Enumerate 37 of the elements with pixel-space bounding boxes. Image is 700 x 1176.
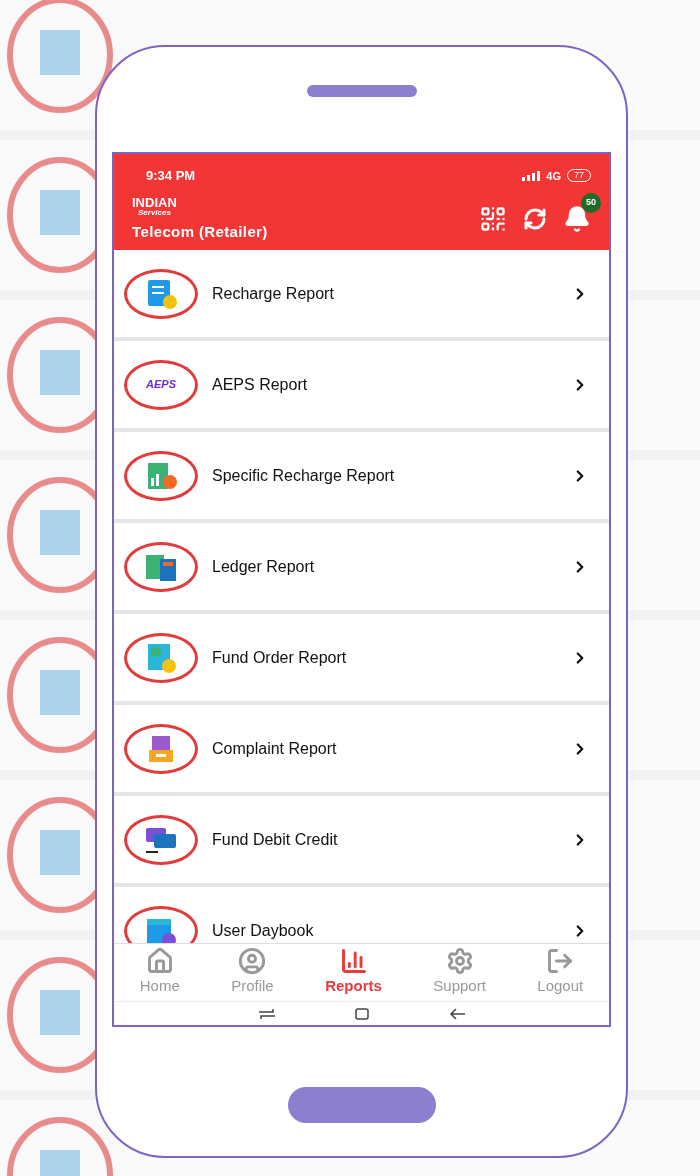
back-arrow-icon[interactable] bbox=[448, 1007, 465, 1020]
user-icon bbox=[238, 947, 267, 976]
notification-badge: 50 bbox=[581, 193, 601, 213]
report-label: Complaint Report bbox=[212, 738, 338, 759]
aeps-logo: AEPS bbox=[146, 377, 176, 393]
network-type: 4G bbox=[546, 168, 561, 184]
phone-home-button[interactable] bbox=[287, 1087, 436, 1123]
report-label: AEPS Report bbox=[212, 374, 309, 395]
report-list-item[interactable]: Recharge Report bbox=[114, 250, 609, 337]
qr-code-icon[interactable] bbox=[479, 205, 507, 233]
notification-bell-icon[interactable] bbox=[563, 205, 591, 233]
report-list-item[interactable]: Fund Debit Credit bbox=[114, 796, 609, 883]
report-label: Fund Order Report bbox=[212, 647, 348, 668]
home-square-icon[interactable] bbox=[354, 1007, 369, 1020]
clock: 9:34 PM bbox=[146, 167, 196, 185]
report-label: Fund Debit Credit bbox=[212, 829, 339, 850]
report-list-item[interactable]: Specific Recharge Report bbox=[114, 432, 609, 519]
report-list-item[interactable]: Complaint Report bbox=[114, 705, 609, 792]
report-list-item[interactable]: User Daybook bbox=[114, 887, 609, 943]
refresh-icon[interactable] bbox=[523, 207, 547, 231]
signal-icon bbox=[522, 170, 541, 181]
nav-tab[interactable]: Reports bbox=[325, 947, 382, 998]
logo-subtitle: Services bbox=[138, 208, 172, 217]
logo-title: INDIAN bbox=[132, 195, 178, 209]
logout-icon bbox=[546, 947, 575, 976]
app-title: Telecom (Retailer) bbox=[132, 221, 268, 242]
recents-icon[interactable] bbox=[258, 1008, 275, 1019]
home-icon bbox=[145, 947, 174, 976]
report-list-item[interactable]: Ledger Report bbox=[114, 523, 609, 610]
report-list-item[interactable]: AEPS AEPS Report bbox=[114, 341, 609, 428]
report-list-item[interactable]: Fund Order Report bbox=[114, 614, 609, 701]
bar-chart-icon bbox=[339, 947, 368, 976]
report-label: Recharge Report bbox=[212, 283, 335, 304]
report-label: User Daybook bbox=[212, 920, 315, 941]
settings-icon bbox=[445, 947, 474, 976]
report-label: Ledger Report bbox=[212, 556, 316, 577]
report-label: Specific Recharge Report bbox=[212, 465, 396, 486]
